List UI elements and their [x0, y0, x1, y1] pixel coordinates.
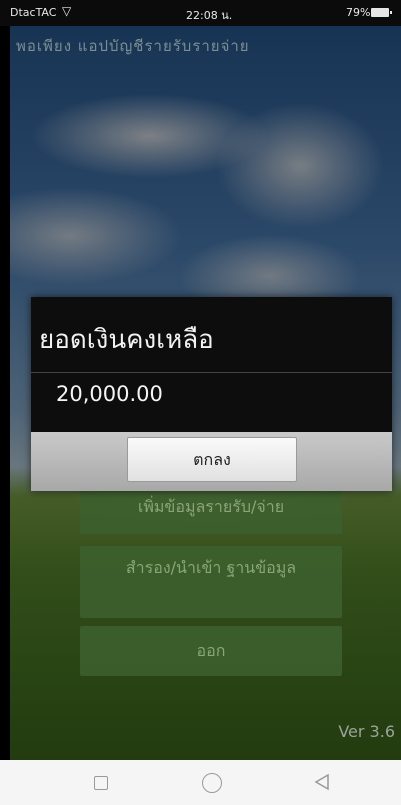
- home-icon[interactable]: [202, 773, 222, 793]
- back-icon[interactable]: [314, 773, 330, 791]
- balance-dialog: ยอดเงินคงเหลือ 20,000.00 ตกลง: [31, 297, 392, 491]
- app-title: พอเพียง แอปบัญชีรายรับรายจ่าย: [16, 37, 250, 55]
- dialog-body: ยอดเงินคงเหลือ 20,000.00: [31, 297, 392, 432]
- dialog-title: ยอดเงินคงเหลือ: [39, 325, 214, 355]
- dialog-footer: ตกลง: [31, 432, 392, 491]
- clock: 22:08 น.: [186, 9, 233, 22]
- battery-icon: [371, 8, 392, 17]
- wifi-icon: ▽: [62, 4, 72, 18]
- dialog-divider: [31, 372, 392, 373]
- status-bar: DtacTAC ▽ 22:08 น. 79%: [0, 0, 401, 26]
- battery-percentage: 79%: [346, 6, 371, 19]
- recent-apps-icon[interactable]: [94, 776, 108, 790]
- balance-amount: 20,000.00: [56, 382, 163, 406]
- navigation-bar: [0, 760, 401, 805]
- ok-button[interactable]: ตกลง: [127, 437, 297, 482]
- backup-import-button[interactable]: สำรอง/นำเข้า ฐานข้อมูล: [80, 546, 342, 618]
- carrier-name: DtacTAC: [10, 6, 57, 19]
- add-record-button[interactable]: เพิ่มข้อมูลรายรับ/จ่าย: [80, 486, 342, 534]
- exit-button[interactable]: ออก: [80, 626, 342, 676]
- version-label: Ver 3.6: [338, 722, 395, 741]
